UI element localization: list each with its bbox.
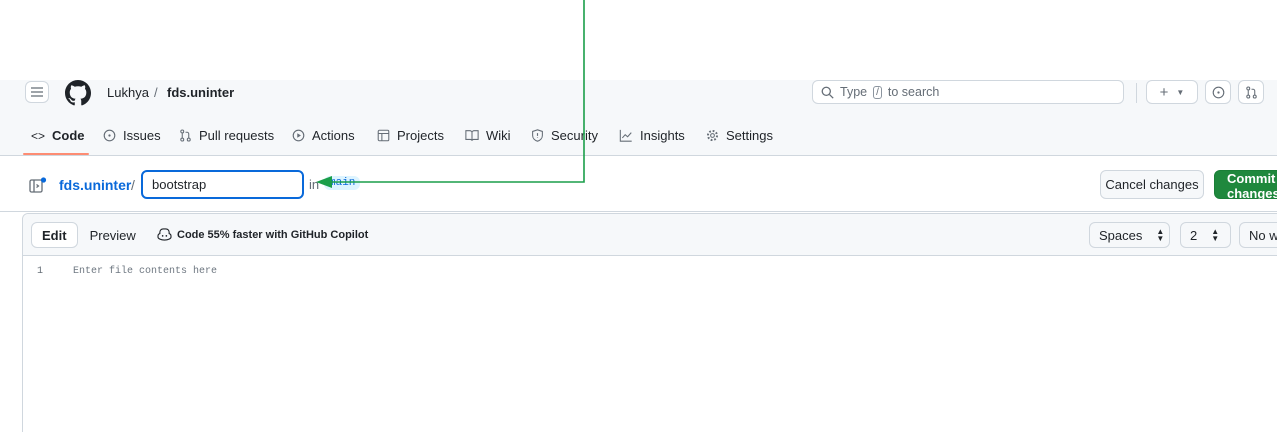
create-new-button[interactable]: + ▼ (1146, 80, 1198, 104)
editor-toolbar: Edit Preview Code 55% faster with GitHub… (23, 214, 1277, 256)
code-icon: <> (31, 128, 46, 143)
search-prefix: Type (840, 85, 868, 99)
editor-placeholder: Enter file contents here (73, 266, 218, 277)
tab-projects[interactable]: Projects (377, 128, 444, 143)
triangle-down-icon: ▼ (1176, 87, 1185, 97)
your-pull-requests-button[interactable] (1238, 80, 1264, 104)
filename-input[interactable] (141, 170, 304, 199)
select-arrows-icon: ▲ ▼ (1156, 227, 1165, 243)
tab-label: Security (551, 128, 598, 143)
shield-icon (532, 129, 543, 142)
table-icon (377, 129, 390, 142)
tab-label: Wiki (486, 128, 511, 143)
issue-opened-icon (103, 129, 116, 142)
hamburger-icon (31, 87, 43, 97)
play-icon (292, 129, 305, 142)
code-line[interactable]: 1 Enter file contents here (23, 266, 1277, 282)
line-number: 1 (37, 266, 44, 277)
select-arrows-icon: ▲ ▼ (1211, 227, 1220, 243)
tab-label: Insights (640, 128, 685, 143)
git-pull-request-icon (180, 129, 191, 142)
breadcrumb-repo[interactable]: fds.uninter (167, 85, 234, 100)
app-frame: Lukhya / fds.uninter Type / to search + ▼ … (0, 0, 1277, 432)
tab-security[interactable]: Security (531, 128, 598, 143)
tab-label: Settings (726, 128, 773, 143)
commit-changes-button[interactable]: Commit changes... (1214, 170, 1277, 201)
git-pull-request-icon (1245, 85, 1257, 99)
wrap-mode-select[interactable]: No wrap (1239, 222, 1277, 248)
tab-label: Actions (312, 128, 355, 143)
search-shortcut-key: / (873, 85, 882, 99)
tab-code[interactable]: <> Code (31, 128, 85, 143)
tab-label: Pull requests (199, 128, 275, 143)
search-icon (821, 86, 834, 99)
file-tree-toggle-icon[interactable] (29, 177, 47, 193)
issue-opened-icon (1212, 86, 1224, 98)
search-suffix: to search (887, 85, 940, 99)
github-logo-icon[interactable] (65, 80, 91, 106)
your-issues-button[interactable] (1205, 80, 1231, 104)
plus-icon: + (1159, 83, 1169, 101)
menu-button[interactable] (25, 81, 49, 103)
tab-preview[interactable]: Preview (78, 222, 148, 248)
tab-edit[interactable]: Edit (31, 222, 78, 248)
header-divider (1136, 83, 1137, 103)
tab-wiki[interactable]: Wiki (465, 128, 511, 143)
repo-header: Lukhya / fds.uninter Type / to search + ▼ … (0, 80, 1277, 156)
global-nav: Lukhya / fds.uninter Type / to search + ▼ (0, 80, 1277, 114)
path-separator: / (131, 177, 135, 193)
cancel-changes-button[interactable]: Cancel changes (1100, 170, 1204, 199)
tab-issues[interactable]: Issues (103, 128, 161, 143)
copilot-text: Code 55% faster with GitHub Copilot (177, 228, 369, 241)
tab-label: Code (52, 128, 85, 143)
tab-insights[interactable]: Insights (619, 128, 685, 143)
graph-icon (619, 129, 632, 142)
tab-actions[interactable]: Actions (292, 128, 355, 143)
repo-tabs: <> Code Issues Pull requests Actions Pro… (0, 122, 1277, 156)
file-path-bar: fds.uninter / in main Cancel changes Com… (0, 158, 1277, 212)
tab-label: Projects (397, 128, 444, 143)
indent-size-select[interactable]: 2 ▲ ▼ (1180, 222, 1231, 248)
branch-badge: main (324, 176, 361, 190)
gear-icon (706, 129, 719, 142)
breadcrumb-owner[interactable]: Lukhya (107, 85, 149, 100)
path-repo-link[interactable]: fds.uninter (59, 177, 131, 193)
active-tab-indicator (23, 153, 89, 155)
wrap-mode-value: No wrap (1249, 227, 1277, 243)
indent-mode-select[interactable]: Spaces ▲ ▼ (1089, 222, 1170, 248)
copilot-promo[interactable]: Code 55% faster with GitHub Copilot (157, 228, 368, 241)
book-icon (465, 130, 479, 141)
file-editor: Edit Preview Code 55% faster with GitHub… (22, 213, 1277, 432)
tab-label: Issues (123, 128, 161, 143)
search-input[interactable]: Type / to search (812, 80, 1124, 104)
copilot-icon (157, 228, 172, 241)
tab-settings[interactable]: Settings (706, 128, 773, 143)
breadcrumb-separator: / (154, 85, 158, 100)
tab-pull-requests[interactable]: Pull requests (179, 128, 274, 143)
indent-mode-value: Spaces (1099, 227, 1143, 243)
edit-preview-switch: Edit Preview (31, 222, 148, 248)
in-label: in (309, 177, 320, 192)
indent-size-value: 2 (1190, 227, 1198, 243)
